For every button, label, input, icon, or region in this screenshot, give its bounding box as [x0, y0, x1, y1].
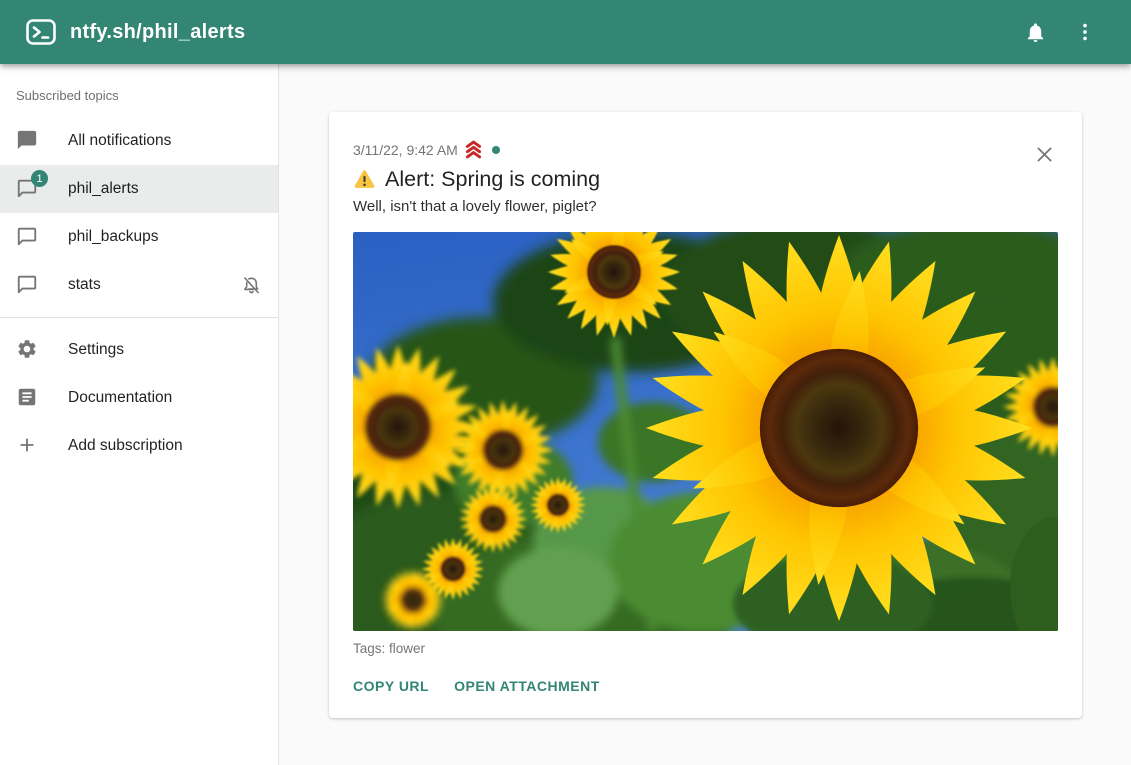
content-area: 3/11/22, 9:42 AM Alert: Spring is coming — [280, 64, 1131, 765]
warning-emoji-icon — [353, 168, 376, 191]
sidebar-item-label: Settings — [68, 341, 124, 359]
notification-body: Well, isn't that a lovely flower, piglet… — [353, 198, 1058, 215]
notification-title: Alert: Spring is coming — [353, 167, 1058, 192]
sidebar-divider — [0, 317, 278, 318]
sidebar-item-label: stats — [68, 276, 101, 294]
sidebar-item-documentation[interactable]: Documentation — [0, 374, 278, 422]
sidebar-item-label: Documentation — [68, 389, 172, 407]
notification-tags: Tags: flower — [353, 641, 1058, 656]
chat-bubble-filled-icon — [16, 129, 40, 153]
sidebar-item-all-notifications[interactable]: All notifications — [0, 117, 278, 165]
sidebar-item-settings[interactable]: Settings — [0, 326, 278, 374]
sidebar-item-label: phil_alerts — [68, 180, 139, 198]
close-icon[interactable] — [1028, 138, 1060, 170]
notification-timestamp: 3/11/22, 9:42 AM — [353, 142, 458, 158]
notification-card: 3/11/22, 9:42 AM Alert: Spring is coming — [329, 112, 1082, 718]
sidebar-item-phil-backups[interactable]: phil_backups — [0, 213, 278, 261]
chat-bubble-outline-icon — [16, 225, 40, 249]
priority-max-icon — [463, 139, 484, 160]
bell-off-icon — [241, 275, 262, 296]
unread-count-badge: 1 — [31, 170, 48, 187]
open-attachment-button[interactable]: OPEN ATTACHMENT — [454, 668, 600, 704]
article-icon — [16, 386, 40, 410]
kebab-menu-icon[interactable] — [1063, 10, 1107, 54]
sidebar: Subscribed topics All notifications 1 ph… — [0, 64, 279, 765]
subscribed-topics-label: Subscribed topics — [0, 72, 278, 117]
attachment-image[interactable] — [353, 232, 1058, 631]
unread-dot — [492, 146, 500, 154]
notification-meta: 3/11/22, 9:42 AM — [353, 139, 1058, 160]
sidebar-item-stats[interactable]: stats — [0, 261, 278, 309]
card-actions: COPY URL OPEN ATTACHMENT — [353, 668, 1058, 704]
sidebar-item-label: Add subscription — [68, 437, 183, 455]
sidebar-item-label: All notifications — [68, 132, 171, 150]
plus-icon — [16, 434, 40, 458]
chat-bubble-outline-icon: 1 — [16, 177, 40, 201]
sidebar-item-add-subscription[interactable]: Add subscription — [0, 422, 278, 470]
sidebar-item-phil-alerts[interactable]: 1 phil_alerts — [0, 165, 278, 213]
gear-icon — [16, 338, 40, 362]
sidebar-item-label: phil_backups — [68, 228, 158, 246]
copy-url-button[interactable]: COPY URL — [353, 668, 429, 704]
bell-icon[interactable] — [1013, 10, 1057, 54]
app-bar: ntfy.sh/phil_alerts — [0, 0, 1131, 64]
notification-title-text: Alert: Spring is coming — [385, 167, 600, 192]
app-bar-title: ntfy.sh/phil_alerts — [70, 21, 245, 44]
chat-bubble-outline-icon — [16, 273, 40, 297]
terminal-icon[interactable] — [26, 19, 56, 45]
